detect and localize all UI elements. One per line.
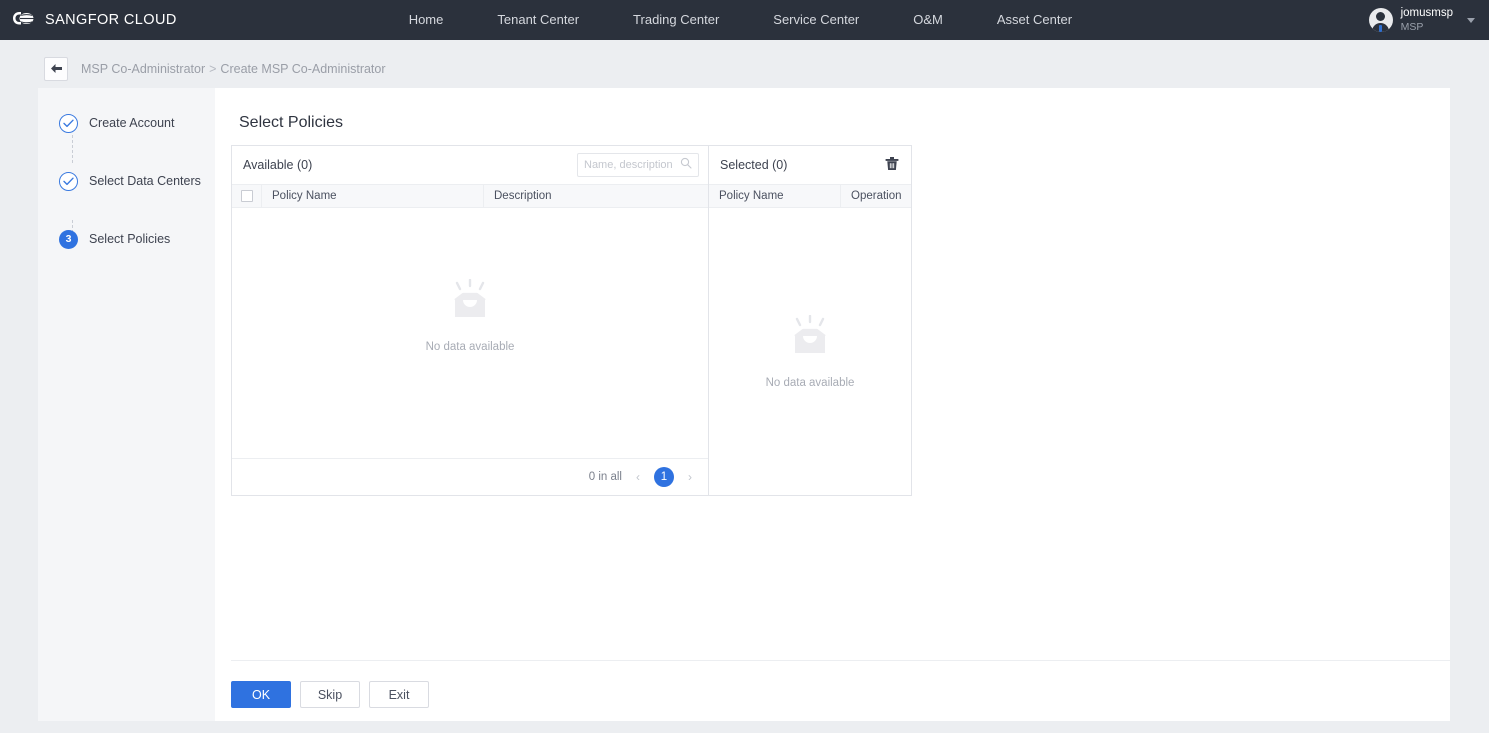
selected-table-body: No data available	[709, 208, 911, 495]
back-button[interactable]	[44, 56, 68, 81]
wizard-step-label: Create Account	[89, 116, 175, 130]
cloud-globe-logo-icon	[11, 9, 36, 31]
wizard-step-select-data-centers[interactable]: Select Data Centers	[38, 167, 215, 195]
chevron-down-icon[interactable]	[1467, 17, 1475, 23]
available-table-body: No data available	[232, 208, 708, 458]
available-policies-panel: Available (0) Name, description Policy N…	[231, 145, 709, 496]
column-header-policy-name: Policy Name	[709, 184, 841, 208]
footer-divider	[231, 660, 1450, 661]
breadcrumb-separator: >	[209, 61, 217, 76]
step-content: Select Policies Available (0) Name, desc…	[215, 88, 1450, 721]
selected-panel-header: Selected (0)	[709, 146, 911, 184]
trash-icon	[885, 156, 899, 174]
check-circle-icon	[59, 113, 78, 133]
available-panel-title: Available (0)	[243, 158, 313, 172]
select-all-checkbox[interactable]	[240, 190, 253, 202]
nav-item-tenant-center[interactable]: Tenant Center	[470, 0, 606, 40]
select-all-cell[interactable]	[232, 184, 262, 208]
nav-item-om[interactable]: O&M	[886, 0, 970, 40]
wizard-step-select-policies[interactable]: 3 Select Policies	[38, 225, 215, 253]
wizard-steps-rail: Create Account Select Data Centers 3 Sel…	[38, 88, 215, 721]
brand-logo-area[interactable]: SANGFOR CLOUD	[0, 9, 177, 31]
main-content-card: Create Account Select Data Centers 3 Sel…	[38, 88, 1450, 721]
nav-item-service-center[interactable]: Service Center	[746, 0, 886, 40]
step-connector-1	[71, 135, 73, 163]
selected-panel-title: Selected (0)	[720, 158, 788, 172]
search-icon[interactable]	[680, 156, 692, 174]
policy-search-box[interactable]	[577, 153, 699, 177]
selected-empty-state: No data available	[765, 314, 855, 389]
available-table-header: Policy Name Description	[232, 184, 708, 208]
nav-item-trading-center[interactable]: Trading Center	[606, 0, 746, 40]
wizard-step-create-account[interactable]: Create Account	[38, 109, 215, 137]
user-identity: jomusmsp MSP	[1401, 7, 1453, 33]
column-header-operation: Operation	[851, 190, 902, 202]
empty-inbox-icon	[442, 278, 498, 330]
step-number-badge: 3	[59, 229, 78, 249]
pagination-page-1[interactable]: 1	[654, 467, 674, 487]
user-menu[interactable]: jomusmsp MSP	[1368, 0, 1475, 40]
brand-title: SANGFOR CLOUD	[45, 12, 177, 28]
available-panel-header: Available (0)	[232, 146, 708, 184]
pagination-total: 0 in all	[588, 471, 622, 483]
search-input[interactable]	[584, 159, 680, 171]
wizard-step-label: Select Policies	[89, 232, 171, 246]
nav-item-asset-center[interactable]: Asset Center	[970, 0, 1099, 40]
available-empty-state: No data available	[425, 278, 515, 353]
chevron-left-icon[interactable]: ‹	[634, 470, 642, 484]
available-pagination: 0 in all ‹ 1 ›	[232, 458, 708, 495]
user-role: MSP	[1400, 20, 1424, 33]
breadcrumb-current: Create MSP Co-Administrator	[220, 61, 386, 76]
breadcrumb-parent[interactable]: MSP Co-Administrator	[81, 62, 205, 76]
policy-transfer-widget: Available (0) Name, description Policy N…	[231, 145, 912, 496]
skip-button[interactable]: Skip	[300, 681, 360, 708]
page-title: Select Policies	[239, 114, 344, 131]
empty-state-text: No data available	[425, 341, 515, 353]
chevron-right-icon[interactable]: ›	[686, 470, 694, 484]
empty-inbox-icon	[782, 314, 838, 366]
primary-nav: Home Tenant Center Trading Center Servic…	[382, 0, 1099, 40]
check-circle-icon	[59, 171, 78, 191]
selected-table-header: Policy Name Operation	[709, 184, 911, 208]
column-header-policy-name: Policy Name	[262, 184, 484, 208]
breadcrumb: MSP Co-Administrator > Create MSP Co-Admin…	[81, 62, 386, 76]
column-header-description: Description	[494, 190, 552, 202]
user-avatar-icon	[1368, 8, 1393, 32]
clear-selected-button[interactable]	[882, 155, 902, 175]
nav-item-home[interactable]: Home	[382, 0, 471, 40]
wizard-action-buttons: OK Skip Exit	[231, 681, 429, 708]
top-navigation-bar: SANGFOR CLOUD Home Tenant Center Trading…	[0, 0, 1489, 40]
exit-button[interactable]: Exit	[369, 681, 429, 708]
arrow-left-icon	[50, 63, 63, 74]
wizard-step-label: Select Data Centers	[89, 174, 201, 188]
empty-state-text: No data available	[765, 376, 855, 389]
selected-policies-panel: Selected (0) Policy Name Operation No da…	[708, 145, 912, 496]
user-name: jomusmsp	[1400, 7, 1453, 20]
ok-button[interactable]: OK	[231, 681, 291, 708]
